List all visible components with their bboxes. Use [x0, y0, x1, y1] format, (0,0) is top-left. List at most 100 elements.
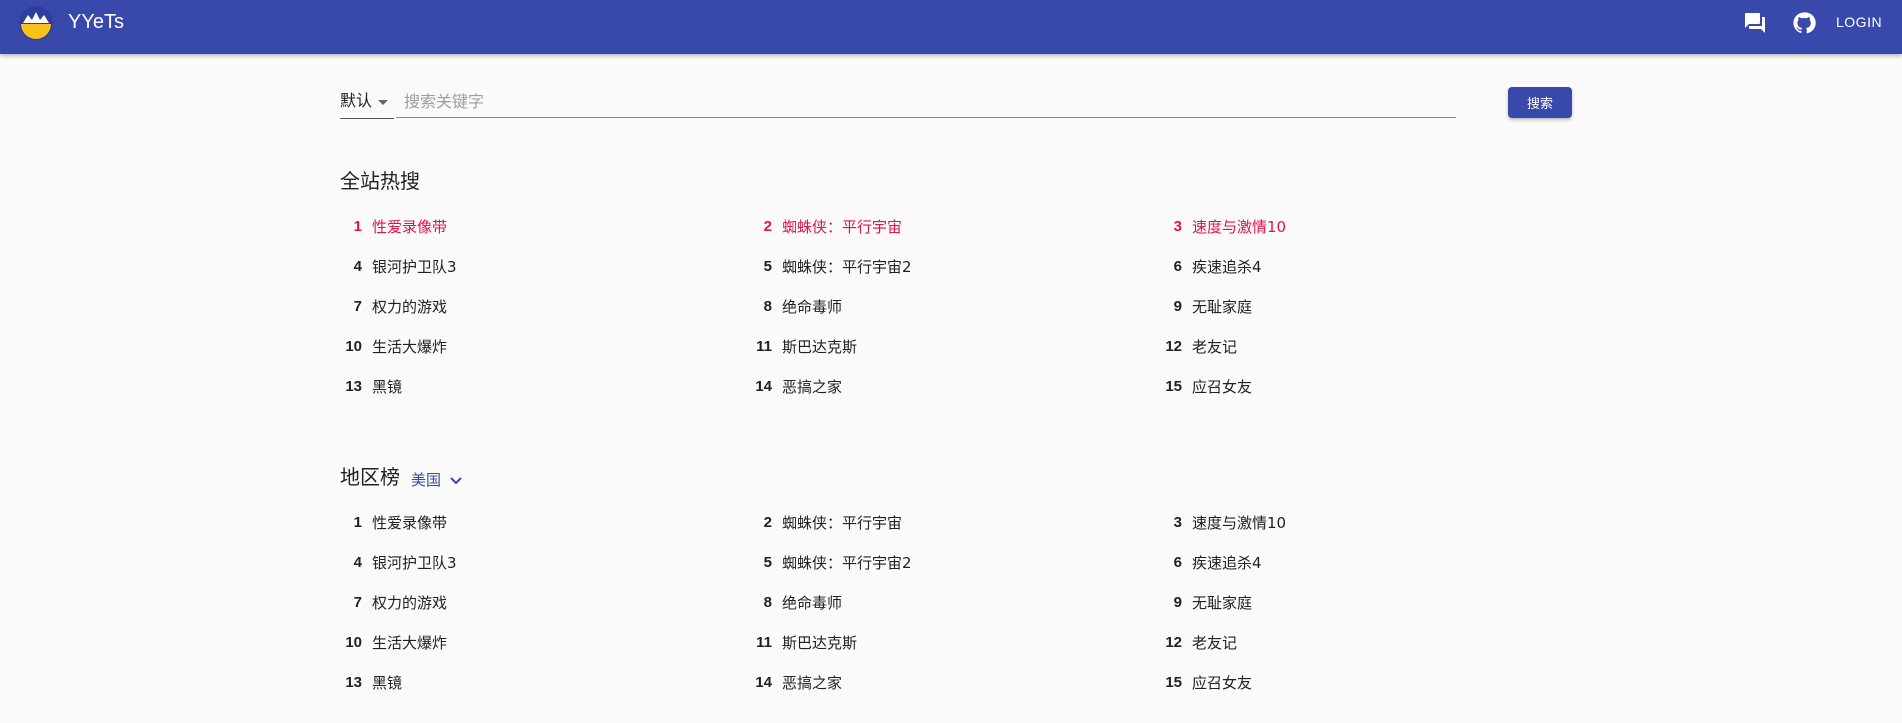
rank-number: 5: [763, 553, 772, 571]
rank-title[interactable]: 银河护卫队3: [372, 256, 457, 277]
rank-item[interactable]: 9 无耻家庭: [1160, 582, 1570, 622]
rank-title[interactable]: 性爱录像带: [372, 512, 447, 533]
rank-item[interactable]: 9 无耻家庭: [1160, 286, 1570, 326]
rank-item[interactable]: 12 老友记: [1160, 326, 1570, 366]
search-input[interactable]: [396, 86, 1456, 118]
rank-item[interactable]: 2 蜘蛛侠：平行宇宙: [750, 206, 1160, 246]
rank-number: 9: [1173, 593, 1182, 611]
rank-item[interactable]: 10 生活大爆炸: [340, 326, 750, 366]
rank-number: 12: [1165, 633, 1182, 651]
rank-title[interactable]: 银河护卫队3: [372, 552, 457, 573]
rank-item[interactable]: 1 性爱录像带: [340, 502, 750, 542]
rank-number: 12: [1165, 337, 1182, 355]
rank-item[interactable]: 14 恶搞之家: [750, 366, 1160, 406]
rank-item[interactable]: 11 斯巴达克斯: [750, 622, 1160, 662]
rank-title[interactable]: 黑镜: [372, 376, 402, 397]
rank-title[interactable]: 权力的游戏: [372, 592, 447, 613]
rank-item[interactable]: 13 黑镜: [340, 366, 750, 406]
rank-title[interactable]: 生活大爆炸: [372, 632, 447, 653]
rank-item[interactable]: 5 蜘蛛侠：平行宇宙2: [750, 542, 1160, 582]
rank-number: 14: [755, 377, 772, 395]
rank-title[interactable]: 斯巴达克斯: [782, 336, 857, 357]
hot-search-title: 全站热搜: [340, 169, 420, 193]
rank-item[interactable]: 15 应召女友: [1160, 662, 1570, 702]
rank-title[interactable]: 绝命毒师: [782, 592, 842, 613]
rank-item[interactable]: 7 权力的游戏: [340, 582, 750, 622]
hot-search-list: 1 性爱录像带 2 蜘蛛侠：平行宇宙 3 速度与激情10 4 银河护卫队3 5 蜘蛛侠：平行宇宙2…: [340, 206, 1570, 406]
rank-number: 15: [1165, 673, 1182, 691]
caret-down-icon: [378, 100, 388, 105]
rank-title[interactable]: 蜘蛛侠：平行宇宙: [782, 512, 902, 533]
rank-title[interactable]: 疾速追杀4: [1192, 256, 1262, 277]
logo-icon[interactable]: [19, 6, 53, 40]
region-rank-title: 地区榜: [340, 465, 400, 489]
rank-title[interactable]: 老友记: [1192, 336, 1237, 357]
rank-number: 13: [345, 673, 362, 691]
rank-title[interactable]: 恶搞之家: [782, 376, 842, 397]
chat-icon[interactable]: [1743, 11, 1767, 35]
rank-title[interactable]: 蜘蛛侠：平行宇宙2: [782, 552, 912, 573]
rank-number: 1: [353, 217, 362, 235]
category-select[interactable]: 默认: [340, 86, 394, 119]
rank-title[interactable]: 生活大爆炸: [372, 336, 447, 357]
rank-number: 10: [345, 337, 362, 355]
rank-item[interactable]: 6 疾速追杀4: [1160, 542, 1570, 582]
rank-number: 7: [353, 297, 362, 315]
rank-item[interactable]: 11 斯巴达克斯: [750, 326, 1160, 366]
rank-title[interactable]: 无耻家庭: [1192, 592, 1252, 613]
rank-item[interactable]: 7 权力的游戏: [340, 286, 750, 326]
region-select-value: 美国: [411, 471, 442, 489]
rank-title[interactable]: 应召女友: [1192, 672, 1252, 693]
rank-title[interactable]: 绝命毒师: [782, 296, 842, 317]
rank-item[interactable]: 13 黑镜: [340, 662, 750, 702]
rank-item[interactable]: 14 恶搞之家: [750, 662, 1160, 702]
rank-number: 4: [353, 257, 362, 275]
rank-title[interactable]: 蜘蛛侠：平行宇宙2: [782, 256, 912, 277]
rank-item[interactable]: 3 速度与激情10: [1160, 502, 1570, 542]
rank-item[interactable]: 8 绝命毒师: [750, 286, 1160, 326]
rank-item[interactable]: 2 蜘蛛侠：平行宇宙: [750, 502, 1160, 542]
rank-item[interactable]: 3 速度与激情10: [1160, 206, 1570, 246]
rank-item[interactable]: 15 应召女友: [1160, 366, 1570, 406]
rank-number: 14: [755, 673, 772, 691]
rank-item[interactable]: 4 银河护卫队3: [340, 246, 750, 286]
rank-title[interactable]: 蜘蛛侠：平行宇宙: [782, 216, 902, 237]
rank-number: 13: [345, 377, 362, 395]
login-button[interactable]: LOGIN: [1836, 14, 1882, 30]
rank-title[interactable]: 速度与激情10: [1192, 512, 1286, 533]
rank-title[interactable]: 黑镜: [372, 672, 402, 693]
rank-item[interactable]: 5 蜘蛛侠：平行宇宙2: [750, 246, 1160, 286]
rank-title[interactable]: 无耻家庭: [1192, 296, 1252, 317]
rank-title[interactable]: 权力的游戏: [372, 296, 447, 317]
rank-number: 6: [1173, 257, 1182, 275]
rank-title[interactable]: 应召女友: [1192, 376, 1252, 397]
rank-number: 9: [1173, 297, 1182, 315]
rank-number: 2: [763, 217, 772, 235]
rank-item[interactable]: 6 疾速追杀4: [1160, 246, 1570, 286]
rank-number: 3: [1173, 217, 1182, 235]
rank-title[interactable]: 性爱录像带: [372, 216, 447, 237]
rank-number: 10: [345, 633, 362, 651]
rank-number: 2: [763, 513, 772, 531]
chevron-down-icon: [450, 476, 462, 484]
rank-title[interactable]: 老友记: [1192, 632, 1237, 653]
rank-number: 11: [756, 633, 772, 651]
app-title[interactable]: YYeTs: [68, 10, 124, 34]
rank-number: 7: [353, 593, 362, 611]
rank-number: 5: [763, 257, 772, 275]
rank-title[interactable]: 斯巴达克斯: [782, 632, 857, 653]
rank-title[interactable]: 恶搞之家: [782, 672, 842, 693]
search-bar: 默认 搜索: [340, 86, 1572, 120]
region-select[interactable]: 美国: [411, 469, 462, 490]
rank-item[interactable]: 12 老友记: [1160, 622, 1570, 662]
rank-item[interactable]: 8 绝命毒师: [750, 582, 1160, 622]
rank-title[interactable]: 疾速追杀4: [1192, 552, 1262, 573]
region-rank-list: 1 性爱录像带 2 蜘蛛侠：平行宇宙 3 速度与激情10 4 银河护卫队3 5 蜘蛛侠：平行宇宙2…: [340, 502, 1570, 702]
rank-title[interactable]: 速度与激情10: [1192, 216, 1286, 237]
rank-item[interactable]: 1 性爱录像带: [340, 206, 750, 246]
github-icon[interactable]: [1792, 11, 1816, 35]
search-button[interactable]: 搜索: [1508, 87, 1572, 118]
rank-number: 3: [1173, 513, 1182, 531]
rank-item[interactable]: 4 银河护卫队3: [340, 542, 750, 582]
rank-item[interactable]: 10 生活大爆炸: [340, 622, 750, 662]
